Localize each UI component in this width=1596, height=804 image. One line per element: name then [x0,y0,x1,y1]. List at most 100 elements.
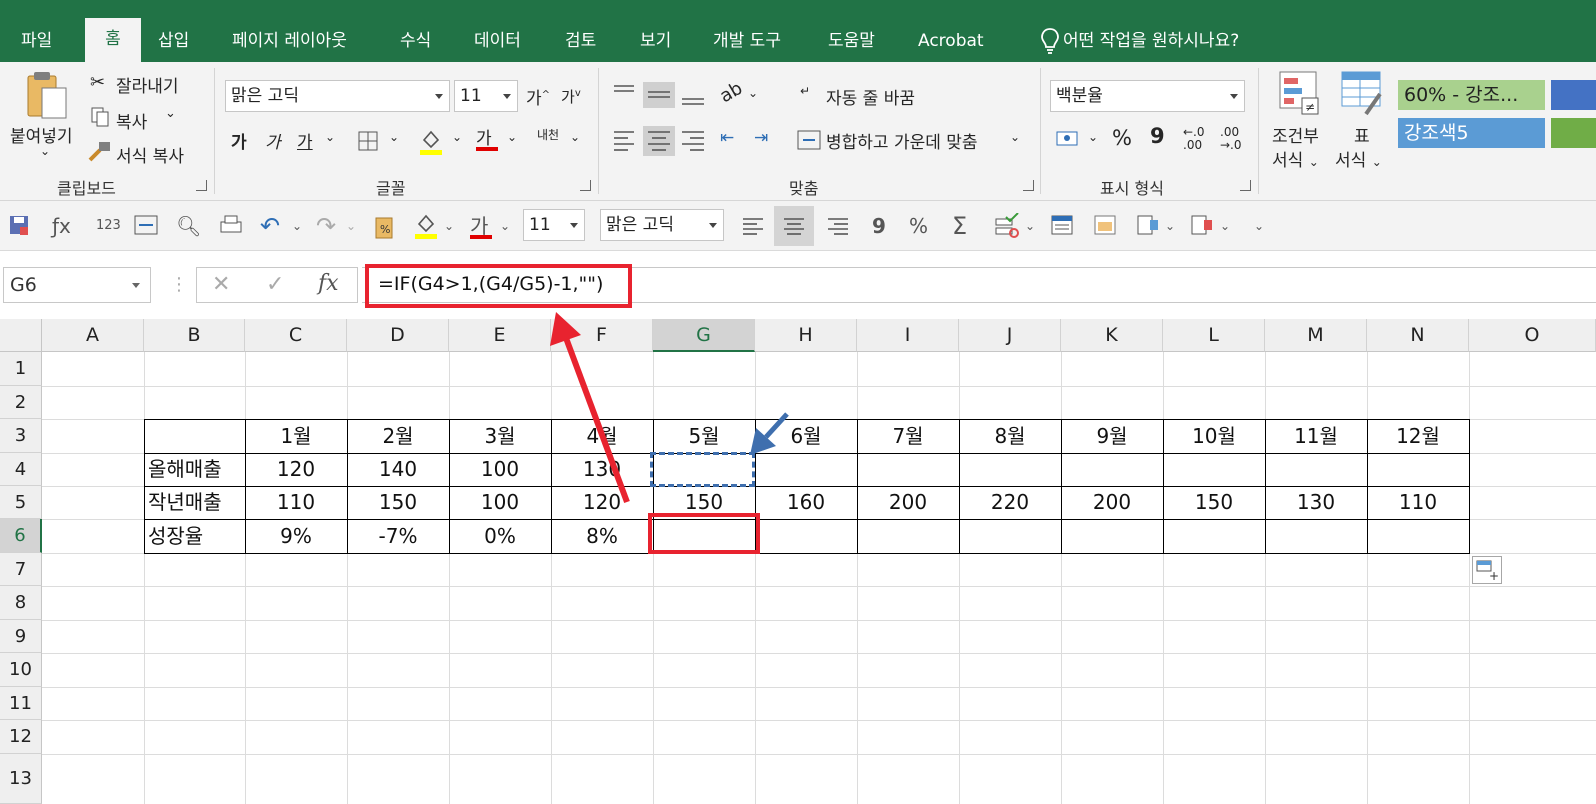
table-cell[interactable]: 200 [1061,486,1163,519]
table-cell[interactable]: 150 [347,486,449,519]
percent-style-button[interactable]: % [1112,126,1132,150]
data-validation-icon[interactable] [994,213,1020,239]
column-header-n[interactable]: N [1367,319,1469,352]
cell-style-accent-60[interactable]: 60% - 강조... [1398,80,1545,110]
tab-insert[interactable]: 삽입 [158,22,189,62]
form-icon[interactable] [1050,214,1074,236]
insert-cells-icon[interactable] [1136,214,1160,236]
row-header-11[interactable]: 11 [0,687,42,720]
undo-dropdown-chevron-icon[interactable]: ⌄ [292,213,302,239]
paste-dropdown-chevron-icon[interactable]: ⌄ [40,144,50,158]
cell-style-accent5[interactable]: 강조색5 [1398,118,1545,148]
table-cell[interactable] [1061,519,1163,553]
tab-acrobat[interactable]: Acrobat [918,22,984,62]
table-cell[interactable]: 150 [1163,486,1265,519]
vertical-align-icons[interactable] [612,82,712,108]
insert-cells-dropdown-chevron-icon[interactable]: ⌄ [1165,213,1175,239]
column-header-i[interactable]: I [857,319,959,352]
table-cell[interactable]: 120 [551,486,653,519]
table-cell[interactable]: 140 [347,453,449,486]
table-header-cell[interactable]: 4월 [551,419,653,453]
column-header-j[interactable]: J [959,319,1061,352]
table-cell[interactable]: 120 [245,453,347,486]
table-cell[interactable] [959,519,1061,553]
cell-style-more-1[interactable] [1551,80,1596,110]
cut-button[interactable]: 잘라내기 [116,72,179,97]
table-cell[interactable] [857,453,959,486]
table-cell[interactable]: 130 [1265,486,1367,519]
table-cell[interactable]: 110 [1367,486,1469,519]
font-launcher-icon[interactable] [580,180,591,191]
table-cell[interactable] [1163,453,1265,486]
column-header-e[interactable]: E [449,319,551,352]
fill-color-dropdown-chevron-icon[interactable]: ⌄ [452,130,462,144]
column-header-l[interactable]: L [1163,319,1265,352]
column-header-a[interactable]: A [42,319,144,352]
table-header-cell[interactable]: 7월 [857,419,959,453]
align-right-icon[interactable] [826,215,850,237]
clipboard-launcher-icon[interactable] [196,180,207,191]
row-header-12[interactable]: 12 [0,720,42,754]
tab-page-layout[interactable]: 페이지 레이아웃 [232,22,347,62]
table-cell[interactable] [1163,519,1265,553]
print-icon[interactable] [219,214,243,236]
copy-button[interactable]: 복사 [116,108,147,133]
borders-icon[interactable] [357,130,379,152]
row-header-8[interactable]: 8 [0,586,42,620]
font-size-dropdown[interactable]: 11 [454,80,518,112]
customize-qat-chevron-icon[interactable]: ⌄ [1254,213,1264,239]
column-header-k[interactable]: K [1061,319,1163,352]
table-cell[interactable]: 올해매출 [144,453,245,486]
accounting-dropdown-chevron-icon[interactable]: ⌄ [1088,130,1098,144]
table-cell[interactable]: 100 [449,453,551,486]
undo-icon[interactable]: ↶ [260,213,280,239]
row-header-3[interactable]: 3 [0,419,42,453]
column-header-b[interactable]: B [144,319,245,352]
table-cell[interactable] [959,453,1061,486]
redo-icon[interactable]: ↷ [316,213,336,239]
number-format-dropdown[interactable]: 백분율 [1050,80,1245,112]
data-validation-dropdown-chevron-icon[interactable]: ⌄ [1025,213,1035,239]
orientation-dropdown-chevron-icon[interactable]: ⌄ [748,86,758,100]
table-cell[interactable] [1061,453,1163,486]
comma-style-button[interactable]: 9 [1150,124,1165,148]
table-cell[interactable]: 110 [245,486,347,519]
tab-review[interactable]: 검토 [565,22,596,62]
insert-function-button[interactable]: fx [318,271,339,296]
percent-style-qat-button[interactable]: % [909,213,928,239]
grow-font-button[interactable]: 가^ [526,84,550,109]
copy-dropdown-chevron-icon[interactable]: ⌄ [165,106,176,121]
delete-cells-icon[interactable] [1190,214,1214,236]
bold-button[interactable]: 가 [231,128,247,153]
table-cell[interactable]: 8% [551,519,653,553]
table-cell[interactable]: 160 [755,486,857,519]
increase-indent-icon[interactable]: ⇥ [754,128,768,148]
column-header-g[interactable]: G [653,319,755,352]
format-painter-button[interactable]: 서식 복사 [116,142,184,167]
italic-button[interactable]: 가 [265,128,281,153]
table-cell[interactable]: 100 [449,486,551,519]
quick-analysis-icon[interactable]: + [1472,556,1502,584]
row-header-9[interactable]: 9 [0,620,42,653]
paste-special-icon[interactable]: % [373,213,397,239]
row-header-2[interactable]: 2 [0,386,42,419]
shrink-font-button[interactable]: 가v [561,86,581,107]
borders-dropdown-chevron-icon[interactable]: ⌄ [389,130,399,144]
align-left-icon[interactable] [741,215,765,237]
cell-style-more-2[interactable] [1551,118,1596,148]
table-header-cell[interactable]: 10월 [1163,419,1265,453]
wrap-text-button[interactable]: 자동 줄 바꿈 [826,84,915,109]
underline-button[interactable]: 가 [297,128,313,153]
qat-font-name-dropdown[interactable]: 맑은 고딕 [600,209,724,241]
table-header-cell[interactable]: 1월 [245,419,347,453]
tab-developer[interactable]: 개발 도구 [713,22,781,62]
autosum-button[interactable]: Σ [952,213,967,239]
comma-style-qat-button[interactable]: 9 [872,213,886,239]
horizontal-align-icons[interactable] [612,126,712,156]
table-cell[interactable] [1367,519,1469,553]
column-header-o[interactable]: O [1469,319,1596,352]
align-center-icon[interactable] [782,215,806,237]
table-cell[interactable] [755,453,857,486]
increase-decimal-button[interactable]: ←.0 .00 [1183,126,1213,152]
fill-color-icon[interactable] [418,126,444,156]
